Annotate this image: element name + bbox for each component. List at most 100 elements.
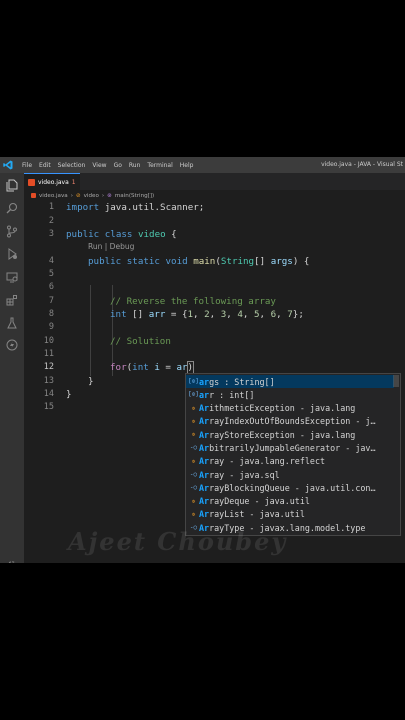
menu-edit[interactable]: Edit	[39, 162, 51, 169]
line-number: 8	[48, 309, 54, 319]
suggest-item[interactable]: ✲ ArrayList - java.util	[186, 508, 394, 521]
line-number: 4	[48, 256, 54, 266]
code-token: public	[88, 256, 122, 267]
suggest-label: bitrarilyJumpableGenerator - jav…	[209, 442, 376, 453]
code-line-4: public static void main(String[] args) {	[88, 256, 309, 267]
code-token: int	[110, 309, 127, 320]
code-line-8: int [] arr = {1, 2, 3, 4, 5, 6, 7};	[110, 309, 304, 320]
chevron-right-icon: ›	[101, 192, 105, 199]
suggest-item[interactable]: ✲ ArithmeticException - java.lang	[186, 402, 394, 415]
menu-selection[interactable]: Selection	[58, 162, 86, 169]
source-control-icon[interactable]	[4, 223, 20, 239]
suggest-widget[interactable]: [⊙] args : String[] [⊙] arr : int[] ✲ Arith…	[185, 373, 401, 536]
suggest-item[interactable]: ✲ Array - java.lang.reflect	[186, 455, 394, 468]
vscode-window: File Edit Selection View Go Run Terminal…	[0, 157, 405, 563]
code-token: java.util.Scanner;	[99, 202, 205, 213]
breadcrumb-class[interactable]: video	[84, 193, 99, 199]
suggest-match: Ar	[199, 456, 210, 467]
watermark: Ajeet Choubey	[68, 527, 288, 556]
code-line-7: // Reverse the following array	[110, 296, 276, 307]
code-line-14: }	[66, 389, 72, 400]
menu-view[interactable]: View	[92, 162, 106, 169]
suggest-match: ar	[199, 376, 210, 387]
code-token: int	[132, 362, 149, 373]
class-icon: ✲	[191, 457, 196, 465]
title-bar: File Edit Selection View Go Run Terminal…	[0, 157, 405, 173]
line-number: 13	[43, 376, 54, 386]
suggest-item[interactable]: [⊙] args : String[]	[186, 375, 394, 389]
files-icon[interactable]	[4, 177, 20, 193]
search-icon[interactable]	[4, 200, 20, 216]
suggest-label: rayIndexOutOfBoundsException - j…	[209, 416, 376, 427]
suggest-label: ray - java.lang.reflect	[209, 456, 326, 467]
activity-bar	[0, 173, 24, 563]
line-number: 12	[43, 362, 54, 372]
vscode-logo-icon	[3, 160, 13, 170]
codelens-run-debug[interactable]: Run | Debug	[88, 242, 134, 251]
code-token: main	[193, 256, 216, 267]
window-title: video.java - JAVA - Visual St	[321, 161, 403, 168]
line-number: 5	[48, 269, 54, 279]
suggest-item[interactable]: -○ ArrayBlockingQueue - java.util.con…	[186, 481, 394, 494]
chevron-right-icon: ›	[70, 192, 73, 199]
suggest-item[interactable]: ✲ ArrayStoreException - java.lang	[186, 428, 394, 441]
line-number: 9	[48, 322, 54, 332]
suggest-match: Ar	[199, 442, 210, 453]
code-token: {	[165, 229, 177, 240]
suggest-label: ray - java.sql	[209, 469, 280, 480]
suggest-item[interactable]: -○ ArbitrarilyJumpableGenerator - jav…	[186, 441, 394, 454]
testing-icon[interactable]	[4, 315, 20, 331]
code-token: ,	[209, 309, 221, 320]
remote-explorer-icon[interactable]	[4, 269, 20, 285]
tab-video-java[interactable]: video.java 1	[24, 173, 80, 190]
code-token: ar	[176, 362, 188, 373]
editor-tabs: video.java 1	[24, 173, 405, 190]
line-number: 15	[43, 402, 54, 412]
suggest-match: Ar	[199, 482, 210, 493]
tab-label: video.java	[38, 178, 69, 186]
class-icon: ✲	[191, 510, 196, 518]
tab-problem-count: 1	[71, 178, 76, 186]
code-token: void	[165, 256, 188, 267]
suggest-match: Ar	[199, 416, 210, 427]
breadcrumb-file[interactable]: video.java	[39, 193, 68, 199]
suggest-match: Ar	[199, 429, 210, 440]
code-token: =	[159, 362, 177, 373]
code-token: []	[254, 256, 271, 267]
code-line-12: for(int i = ar)	[110, 361, 195, 374]
line-number: 3	[48, 229, 54, 239]
menu-file[interactable]: File	[22, 162, 32, 169]
breadcrumb-method[interactable]: main(String[])	[115, 193, 154, 199]
code-token: for	[110, 362, 127, 373]
variable-icon: [⊙]	[188, 378, 199, 386]
suggest-match: Ar	[199, 403, 210, 414]
suggest-scrollbar[interactable]	[393, 375, 399, 387]
class-icon: ⊘	[75, 192, 81, 199]
suggest-match: Ar	[199, 509, 210, 520]
suggest-item[interactable]: -○ Array - java.sql	[186, 468, 394, 481]
suggest-item[interactable]: ✲ ArrayDeque - java.util	[186, 495, 394, 508]
code-token: public	[66, 229, 100, 240]
menu-run[interactable]: Run	[129, 162, 141, 169]
suggest-item[interactable]: [⊙] arr : int[]	[186, 388, 394, 401]
run-debug-icon[interactable]	[4, 246, 20, 262]
code-token: ) {	[292, 256, 310, 267]
menu-go[interactable]: Go	[114, 162, 122, 169]
code-token: String	[220, 256, 255, 267]
code-token: import	[66, 202, 100, 213]
suggest-label: ithmeticException - java.lang	[209, 403, 356, 414]
line-number: 10	[43, 336, 54, 346]
line-number: 6	[48, 282, 54, 292]
extensions-icon[interactable]	[4, 292, 20, 308]
suggest-item[interactable]: ✲ ArrayIndexOutOfBoundsException - j…	[186, 415, 394, 428]
code-token: []	[126, 309, 149, 320]
code-token: ,	[276, 309, 288, 320]
class-icon: ✲	[191, 404, 196, 412]
settings-gear-icon[interactable]	[4, 558, 20, 563]
lightning-icon[interactable]	[4, 337, 20, 353]
indent-guide	[90, 285, 91, 376]
code-line-3: public class video {	[66, 229, 177, 240]
code-token: video	[137, 229, 166, 240]
menu-terminal[interactable]: Terminal	[147, 162, 172, 169]
menu-help[interactable]: Help	[180, 162, 194, 169]
